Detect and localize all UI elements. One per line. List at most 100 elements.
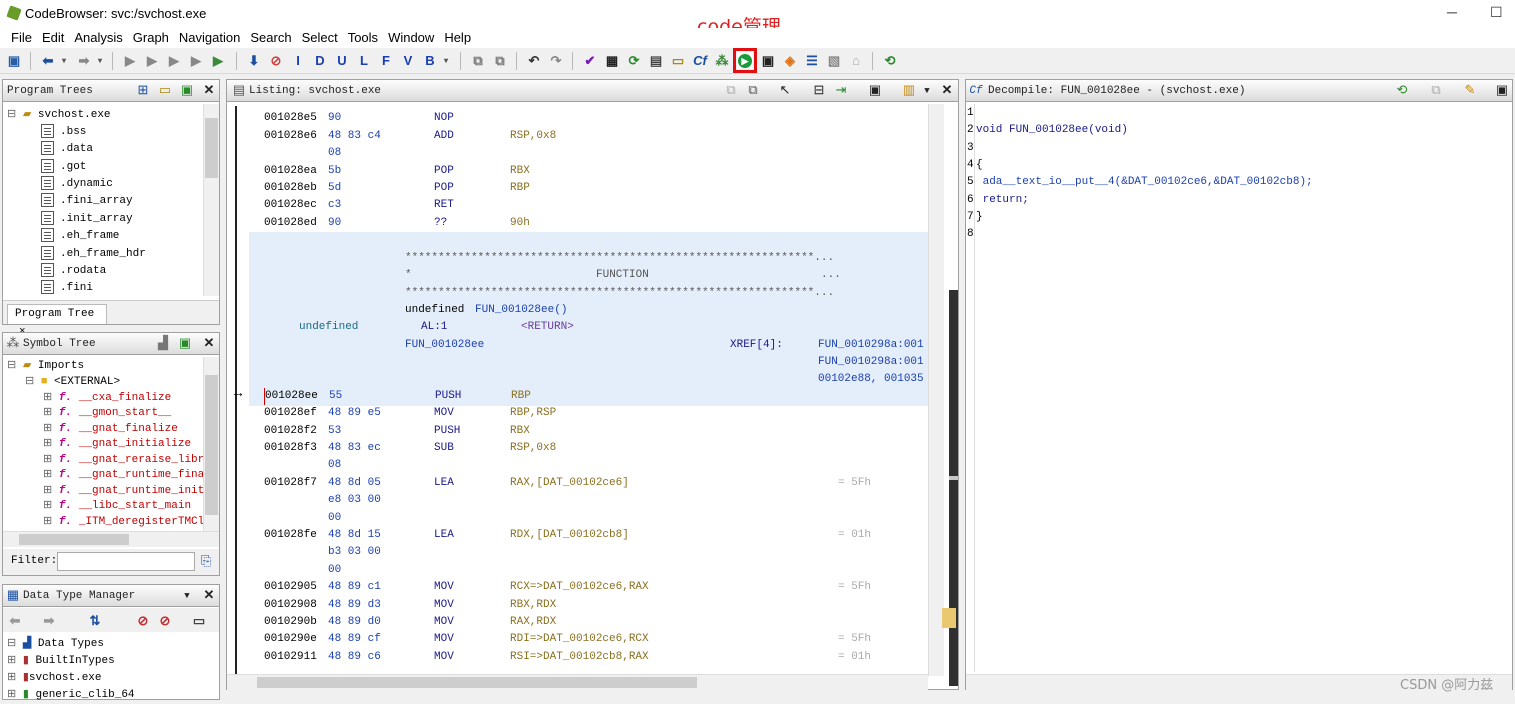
minimize-button[interactable]: ─ bbox=[1447, 4, 1457, 20]
menu-edit[interactable]: Edit bbox=[37, 28, 69, 48]
menu-analysis[interactable]: Analysis bbox=[69, 28, 127, 48]
tree-item[interactable]: .init_array bbox=[41, 211, 133, 228]
svchost-node[interactable]: svchost.exe bbox=[29, 672, 102, 684]
undo-icon[interactable]: ↶ bbox=[526, 52, 542, 69]
diamond-icon[interactable]: ◈ bbox=[782, 52, 798, 69]
checkin-icon[interactable]: ⌂ bbox=[848, 52, 864, 69]
paste-icon[interactable]: ⧉ bbox=[745, 83, 761, 99]
arrow-icon[interactable]: ⇅ bbox=[87, 612, 103, 629]
data-types-node[interactable]: Data Types bbox=[38, 638, 104, 650]
copy-icon[interactable]: ⧉ bbox=[470, 52, 486, 69]
refresh-icon[interactable]: ⟲ bbox=[1394, 83, 1410, 99]
filter-options-icon[interactable]: ⎘ bbox=[201, 553, 217, 569]
nav-undef-icon[interactable]: ▶ bbox=[188, 52, 204, 69]
checkmark-icon[interactable]: ✔ bbox=[582, 52, 598, 69]
add-tree-icon[interactable]: ⊞ bbox=[135, 83, 151, 99]
tree-item[interactable]: .eh_frame_hdr bbox=[41, 246, 146, 263]
byte-dropdown-icon[interactable]: ▾ bbox=[438, 52, 454, 69]
label-icon[interactable]: L bbox=[356, 52, 372, 69]
paste-icon[interactable]: ⧉ bbox=[492, 52, 508, 69]
horizontal-scrollbar[interactable] bbox=[227, 674, 928, 690]
snapshot-icon[interactable]: ▣ bbox=[867, 83, 883, 99]
close-icon[interactable]: ✕ bbox=[201, 83, 217, 99]
byte-icon[interactable]: B bbox=[422, 52, 438, 69]
decompile-icon[interactable]: Cf bbox=[692, 52, 708, 69]
menu-navigation[interactable]: Navigation bbox=[174, 28, 245, 48]
panel-menu-icon[interactable]: ▼ bbox=[919, 83, 935, 99]
filter-arrays-icon[interactable]: ⊘ bbox=[157, 612, 173, 629]
script-manager-icon[interactable]: ⟳ bbox=[626, 52, 642, 69]
save-icon[interactable]: ▣ bbox=[6, 52, 22, 69]
forward-icon[interactable]: ➡ bbox=[76, 52, 92, 69]
folder-icon[interactable]: ▭ bbox=[670, 52, 686, 69]
export-icon[interactable]: ▧ bbox=[826, 52, 842, 69]
builtin-types-node[interactable]: BuiltInTypes bbox=[36, 655, 115, 667]
snapshot-icon[interactable]: ▣ bbox=[179, 83, 195, 99]
run-script-button[interactable]: ▶ bbox=[733, 48, 757, 73]
generic-clib-node[interactable]: generic_clib_64 bbox=[36, 689, 135, 701]
tree-item[interactable]: .bss bbox=[41, 124, 86, 141]
nav-func-icon[interactable]: ▶ bbox=[210, 52, 226, 69]
bytes-viewer-icon[interactable]: ▦ bbox=[604, 52, 620, 69]
function-item[interactable]: ⊞ f. __gmon_start__ bbox=[43, 405, 171, 422]
open-folder-icon[interactable]: ▭ bbox=[157, 83, 173, 99]
function-item[interactable]: ⊞ f._ITM_deregisterTMClon bbox=[43, 514, 203, 531]
close-icon[interactable]: ✕ bbox=[201, 588, 217, 604]
terminal-icon[interactable]: ▣ bbox=[760, 52, 776, 69]
function-graph-icon[interactable]: ⁂ bbox=[714, 52, 730, 69]
tree-item[interactable]: .fini_array bbox=[41, 193, 133, 210]
vertical-scrollbar[interactable] bbox=[928, 104, 944, 676]
tree-item[interactable]: .dynamic bbox=[41, 176, 113, 193]
tab-program-tree[interactable]: Program Tree × bbox=[7, 304, 107, 338]
function-item[interactable]: ⊞ f. __libc_start_main bbox=[43, 498, 191, 515]
maximize-button[interactable]: ☐ bbox=[1490, 4, 1503, 21]
back-dropdown-icon[interactable]: ▾ bbox=[56, 52, 72, 69]
nav-prev-icon[interactable]: ▶ bbox=[122, 52, 138, 69]
nav-next-icon[interactable]: ▶ bbox=[144, 52, 160, 69]
menu-help[interactable]: Help bbox=[439, 28, 476, 48]
panel-menu-icon[interactable]: ▼ bbox=[179, 588, 195, 604]
field-edit-icon[interactable]: ⊟ bbox=[811, 83, 827, 99]
xref-link[interactable]: 00102e88, 001035 bbox=[818, 371, 928, 388]
undefined-icon[interactable]: U bbox=[334, 52, 350, 69]
imports-node[interactable]: Imports bbox=[38, 360, 84, 372]
new-namespace-icon[interactable]: ▟ bbox=[155, 336, 171, 352]
vertical-scrollbar[interactable] bbox=[203, 357, 219, 531]
function-signature[interactable]: FUN_001028ee() bbox=[475, 302, 567, 319]
forward-icon[interactable]: ➡ bbox=[41, 612, 57, 629]
external-node[interactable]: <EXTERNAL> bbox=[54, 376, 120, 388]
instruction-icon[interactable]: I bbox=[290, 52, 306, 69]
back-icon[interactable]: ⬅ bbox=[7, 612, 23, 629]
memory-map-icon[interactable]: ▤ bbox=[648, 52, 664, 69]
forward-dropdown-icon[interactable]: ▾ bbox=[92, 52, 108, 69]
tree-root[interactable]: svchost.exe bbox=[38, 109, 111, 121]
menu-select[interactable]: Select bbox=[297, 28, 343, 48]
decompile-line[interactable]: 2 void FUN_001028ee(void) bbox=[967, 122, 1128, 139]
filter-icon[interactable]: ⊘ bbox=[135, 612, 151, 629]
tree-item[interactable]: .got bbox=[41, 159, 86, 176]
function-item[interactable]: ⊞ f. __gnat_initialize bbox=[43, 436, 191, 453]
function-label[interactable]: FUN_001028ee bbox=[405, 337, 484, 354]
tree-item[interactable]: .eh_frame bbox=[41, 228, 119, 245]
copy-icon[interactable]: ⧉ bbox=[723, 83, 739, 99]
decompile-line[interactable]: 5 ada__text_io__put__4(&DAT_00102ce6,&DA… bbox=[967, 174, 1313, 191]
copy-icon[interactable]: ⧉ bbox=[1428, 83, 1444, 99]
menu-file[interactable]: File bbox=[6, 28, 37, 48]
cursor-icon[interactable]: ↖ bbox=[777, 83, 793, 99]
data-icon[interactable]: D bbox=[312, 52, 328, 69]
tree-item[interactable]: .fini bbox=[41, 280, 93, 297]
decompile-line[interactable]: 6 return; bbox=[967, 192, 1029, 209]
menu-graph[interactable]: Graph bbox=[128, 28, 174, 48]
function-item[interactable]: ⊞ f.__gnat_runtime_finali bbox=[43, 467, 203, 484]
collapse-icon[interactable]: ▭ bbox=[191, 612, 207, 629]
options-icon[interactable]: ▥ bbox=[901, 83, 917, 99]
list-icon[interactable]: ☰ bbox=[804, 52, 820, 69]
horizontal-scrollbar[interactable] bbox=[3, 531, 219, 547]
down-arrow-icon[interactable]: ⬇ bbox=[246, 52, 262, 69]
xref-link[interactable]: FUN_0010298a:001 bbox=[818, 354, 928, 371]
snapshot-icon[interactable]: ▣ bbox=[1494, 83, 1510, 99]
diff-icon[interactable]: ⇥ bbox=[833, 83, 849, 99]
snapshot-icon[interactable]: ▣ bbox=[177, 336, 193, 352]
menu-search[interactable]: Search bbox=[245, 28, 296, 48]
filter-input[interactable] bbox=[57, 552, 195, 571]
